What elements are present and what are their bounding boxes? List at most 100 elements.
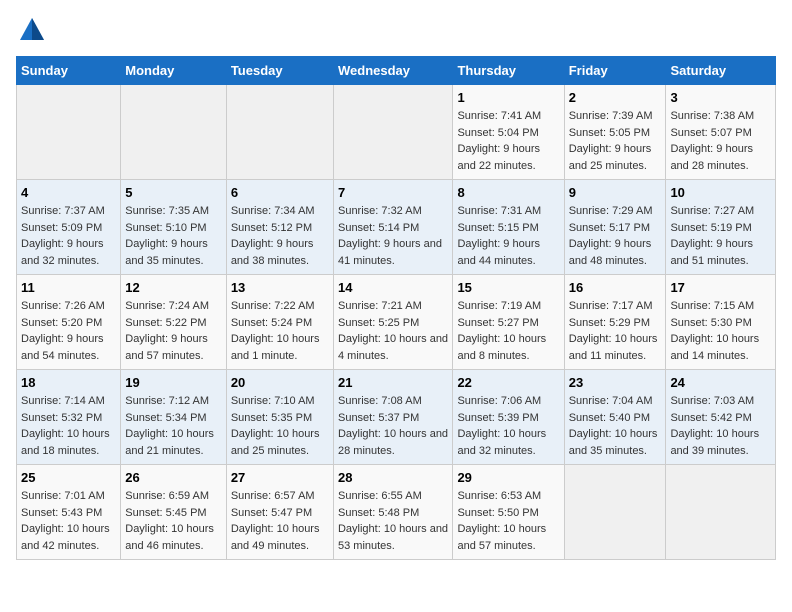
calendar-cell: 25 Sunrise: 7:01 AM Sunset: 5:43 PM Dayli… [17, 465, 121, 560]
calendar-cell [333, 85, 452, 180]
weekday-header-row: SundayMondayTuesdayWednesdayThursdayFrid… [17, 57, 776, 85]
day-number: 16 [569, 280, 662, 295]
calendar-cell: 5 Sunrise: 7:35 AM Sunset: 5:10 PM Daylig… [121, 180, 227, 275]
day-number: 28 [338, 470, 448, 485]
day-info: Sunrise: 6:59 AM Sunset: 5:45 PM Dayligh… [125, 488, 222, 554]
calendar-cell: 21 Sunrise: 7:08 AM Sunset: 5:37 PM Dayli… [333, 370, 452, 465]
day-info: Sunrise: 7:12 AM Sunset: 5:34 PM Dayligh… [125, 393, 222, 459]
day-number: 8 [457, 185, 559, 200]
day-info: Sunrise: 7:15 AM Sunset: 5:30 PM Dayligh… [670, 298, 771, 364]
day-info: Sunrise: 7:26 AM Sunset: 5:20 PM Dayligh… [21, 298, 116, 364]
calendar-cell: 7Sunrise: 7:32 AM Sunset: 5:14 PM Daylig… [333, 180, 452, 275]
calendar-cell: 3 Sunrise: 7:38 AM Sunset: 5:07 PM Daylig… [666, 85, 776, 180]
calendar-cell: 14 Sunrise: 7:21 AM Sunset: 5:25 PM Dayli… [333, 275, 452, 370]
calendar-cell: 17Sunrise: 7:15 AM Sunset: 5:30 PM Dayli… [666, 275, 776, 370]
weekday-header-monday: Monday [121, 57, 227, 85]
calendar-cell: 4 Sunrise: 7:37 AM Sunset: 5:09 PM Daylig… [17, 180, 121, 275]
logo-icon [18, 16, 46, 44]
day-number: 25 [21, 470, 116, 485]
calendar-week-2: 4 Sunrise: 7:37 AM Sunset: 5:09 PM Daylig… [17, 180, 776, 275]
calendar-cell: 13 Sunrise: 7:22 AM Sunset: 5:24 PM Dayli… [226, 275, 333, 370]
calendar-week-1: 1Sunrise: 7:41 AM Sunset: 5:04 PM Daylig… [17, 85, 776, 180]
day-info: Sunrise: 7:19 AM Sunset: 5:27 PM Dayligh… [457, 298, 559, 364]
day-number: 14 [338, 280, 448, 295]
weekday-header-tuesday: Tuesday [226, 57, 333, 85]
day-info: Sunrise: 7:38 AM Sunset: 5:07 PM Dayligh… [670, 108, 771, 174]
calendar-cell: 22 Sunrise: 7:06 AM Sunset: 5:39 PM Dayli… [453, 370, 564, 465]
day-number: 4 [21, 185, 116, 200]
calendar-cell [17, 85, 121, 180]
day-number: 19 [125, 375, 222, 390]
weekday-header-sunday: Sunday [17, 57, 121, 85]
day-info: Sunrise: 7:14 AM Sunset: 5:32 PM Dayligh… [21, 393, 116, 459]
day-number: 26 [125, 470, 222, 485]
day-number: 1 [457, 90, 559, 105]
day-info: Sunrise: 6:55 AM Sunset: 5:48 PM Dayligh… [338, 488, 448, 554]
calendar-cell: 29 Sunrise: 6:53 AM Sunset: 5:50 PM Dayli… [453, 465, 564, 560]
day-number: 9 [569, 185, 662, 200]
calendar-cell [666, 465, 776, 560]
calendar-cell: 1Sunrise: 7:41 AM Sunset: 5:04 PM Daylig… [453, 85, 564, 180]
day-number: 6 [231, 185, 329, 200]
day-info: Sunrise: 7:06 AM Sunset: 5:39 PM Dayligh… [457, 393, 559, 459]
day-number: 5 [125, 185, 222, 200]
weekday-header-wednesday: Wednesday [333, 57, 452, 85]
day-info: Sunrise: 7:39 AM Sunset: 5:05 PM Dayligh… [569, 108, 662, 174]
calendar-cell: 23 Sunrise: 7:04 AM Sunset: 5:40 PM Dayli… [564, 370, 666, 465]
day-info: Sunrise: 7:24 AM Sunset: 5:22 PM Dayligh… [125, 298, 222, 364]
day-number: 29 [457, 470, 559, 485]
day-info: Sunrise: 7:10 AM Sunset: 5:35 PM Dayligh… [231, 393, 329, 459]
day-info: Sunrise: 7:37 AM Sunset: 5:09 PM Dayligh… [21, 203, 116, 269]
calendar-cell: 16 Sunrise: 7:17 AM Sunset: 5:29 PM Dayli… [564, 275, 666, 370]
calendar-cell: 15 Sunrise: 7:19 AM Sunset: 5:27 PM Dayli… [453, 275, 564, 370]
day-number: 12 [125, 280, 222, 295]
day-number: 2 [569, 90, 662, 105]
weekday-header-friday: Friday [564, 57, 666, 85]
day-info: Sunrise: 7:31 AM Sunset: 5:15 PM Dayligh… [457, 203, 559, 269]
day-info: Sunrise: 7:35 AM Sunset: 5:10 PM Dayligh… [125, 203, 222, 269]
day-info: Sunrise: 7:22 AM Sunset: 5:24 PM Dayligh… [231, 298, 329, 364]
page-header [16, 16, 776, 44]
calendar-cell: 24 Sunrise: 7:03 AM Sunset: 5:42 PM Dayli… [666, 370, 776, 465]
day-info: Sunrise: 7:29 AM Sunset: 5:17 PM Dayligh… [569, 203, 662, 269]
calendar-cell [121, 85, 227, 180]
weekday-header-thursday: Thursday [453, 57, 564, 85]
calendar-cell: 6Sunrise: 7:34 AM Sunset: 5:12 PM Daylig… [226, 180, 333, 275]
day-number: 13 [231, 280, 329, 295]
calendar-cell: 19 Sunrise: 7:12 AM Sunset: 5:34 PM Dayli… [121, 370, 227, 465]
calendar-cell [226, 85, 333, 180]
day-number: 3 [670, 90, 771, 105]
calendar-cell: 9 Sunrise: 7:29 AM Sunset: 5:17 PM Daylig… [564, 180, 666, 275]
day-info: Sunrise: 7:17 AM Sunset: 5:29 PM Dayligh… [569, 298, 662, 364]
calendar-cell: 28 Sunrise: 6:55 AM Sunset: 5:48 PM Dayli… [333, 465, 452, 560]
day-info: Sunrise: 7:04 AM Sunset: 5:40 PM Dayligh… [569, 393, 662, 459]
day-number: 22 [457, 375, 559, 390]
day-number: 10 [670, 185, 771, 200]
day-number: 15 [457, 280, 559, 295]
logo [16, 16, 46, 44]
calendar-cell [564, 465, 666, 560]
day-number: 24 [670, 375, 771, 390]
calendar-cell: 12 Sunrise: 7:24 AM Sunset: 5:22 PM Dayli… [121, 275, 227, 370]
day-info: Sunrise: 6:53 AM Sunset: 5:50 PM Dayligh… [457, 488, 559, 554]
calendar-cell: 26 Sunrise: 6:59 AM Sunset: 5:45 PM Dayli… [121, 465, 227, 560]
day-info: Sunrise: 7:21 AM Sunset: 5:25 PM Dayligh… [338, 298, 448, 364]
day-number: 20 [231, 375, 329, 390]
day-info: Sunrise: 7:03 AM Sunset: 5:42 PM Dayligh… [670, 393, 771, 459]
day-info: Sunrise: 7:27 AM Sunset: 5:19 PM Dayligh… [670, 203, 771, 269]
calendar-cell: 18 Sunrise: 7:14 AM Sunset: 5:32 PM Dayli… [17, 370, 121, 465]
calendar-week-3: 11 Sunrise: 7:26 AM Sunset: 5:20 PM Dayli… [17, 275, 776, 370]
day-info: Sunrise: 7:08 AM Sunset: 5:37 PM Dayligh… [338, 393, 448, 459]
day-info: Sunrise: 7:01 AM Sunset: 5:43 PM Dayligh… [21, 488, 116, 554]
calendar-week-5: 25 Sunrise: 7:01 AM Sunset: 5:43 PM Dayli… [17, 465, 776, 560]
day-number: 11 [21, 280, 116, 295]
weekday-header-saturday: Saturday [666, 57, 776, 85]
day-number: 18 [21, 375, 116, 390]
day-info: Sunrise: 6:57 AM Sunset: 5:47 PM Dayligh… [231, 488, 329, 554]
day-number: 23 [569, 375, 662, 390]
calendar-cell: 8 Sunrise: 7:31 AM Sunset: 5:15 PM Daylig… [453, 180, 564, 275]
day-number: 21 [338, 375, 448, 390]
day-info: Sunrise: 7:32 AM Sunset: 5:14 PM Dayligh… [338, 203, 448, 269]
calendar-cell: 10 Sunrise: 7:27 AM Sunset: 5:19 PM Dayli… [666, 180, 776, 275]
calendar-table: SundayMondayTuesdayWednesdayThursdayFrid… [16, 56, 776, 560]
